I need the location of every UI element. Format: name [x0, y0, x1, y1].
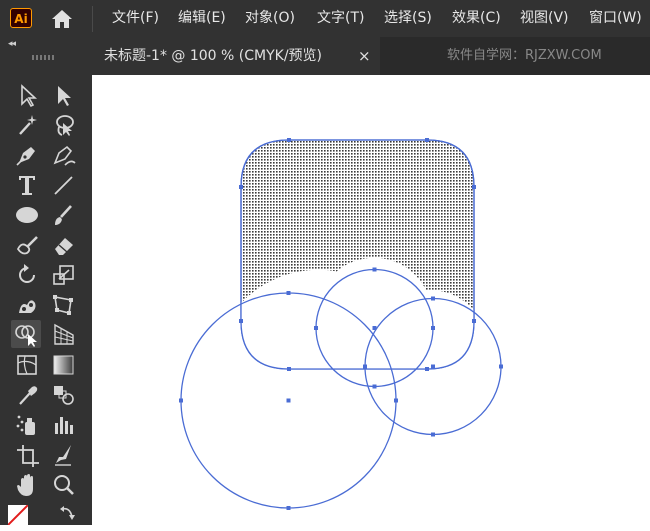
perspective-grid-tool-icon[interactable] — [49, 321, 79, 349]
magic-wand-tool-icon[interactable] — [13, 111, 43, 139]
menu-view[interactable]: 视图(V) — [520, 0, 569, 37]
menu-effect[interactable]: 效果(C) — [452, 0, 501, 37]
zoom-tool-icon[interactable] — [49, 471, 79, 499]
column-graph-tool-icon[interactable] — [49, 411, 79, 439]
swap-fill-stroke-icon[interactable] — [56, 503, 86, 531]
menu-type[interactable]: 文字(T) — [317, 0, 364, 37]
type-tool-icon[interactable] — [13, 171, 43, 199]
slice-tool-icon[interactable] — [49, 441, 79, 469]
document-tab-bar: 未标题-1* @ 100 % (CMYK/预览) × 软件自学网：RJZXW.C… — [92, 37, 650, 75]
lasso-tool-icon[interactable] — [49, 111, 79, 139]
menu-select[interactable]: 选择(S) — [384, 0, 432, 37]
eraser-tool-icon[interactable] — [49, 231, 79, 259]
watermark-text: 软件自学网：RJZXW.COM — [447, 48, 602, 63]
document-tab[interactable]: 未标题-1* @ 100 % (CMYK/预览) × — [92, 37, 380, 75]
document-tab-title: 未标题-1* @ 100 % (CMYK/预览) — [104, 48, 323, 64]
gradient-tool-icon[interactable] — [49, 351, 79, 379]
shape-builder-tool-icon[interactable] — [11, 320, 41, 348]
hand-tool-icon[interactable] — [13, 471, 43, 499]
line-segment-tool-icon[interactable] — [49, 171, 79, 199]
app-logo: Ai — [10, 8, 32, 28]
scale-tool-icon[interactable] — [49, 261, 79, 289]
close-icon[interactable]: × — [358, 37, 371, 75]
menu-window[interactable]: 窗口(W) — [589, 0, 642, 37]
eyedropper-tool-icon[interactable] — [13, 381, 43, 409]
direct-selection-tool-icon[interactable] — [49, 81, 79, 109]
menu-edit[interactable]: 编辑(E) — [178, 0, 226, 37]
artboard-canvas[interactable] — [92, 75, 650, 525]
fill-swatch[interactable] — [8, 505, 28, 525]
ellipse-tool-icon[interactable] — [13, 201, 43, 229]
blend-tool-icon[interactable] — [49, 381, 79, 409]
panel-grip[interactable] — [32, 55, 56, 60]
artwork[interactable] — [92, 75, 650, 525]
selection-tool-icon[interactable] — [13, 81, 43, 109]
free-transform-tool-icon[interactable] — [49, 291, 79, 319]
artboard-tool-icon[interactable] — [13, 441, 43, 469]
pen-tool-icon[interactable] — [13, 141, 43, 169]
menu-separator — [92, 6, 93, 32]
menu-object[interactable]: 对象(O) — [245, 0, 295, 37]
mesh-tool-icon[interactable] — [13, 351, 43, 379]
curvature-tool-icon[interactable] — [49, 141, 79, 169]
shaper-tool-icon[interactable] — [13, 231, 43, 259]
collapse-panel-icon[interactable]: ◂◂ — [8, 39, 16, 49]
home-icon[interactable] — [50, 8, 74, 30]
none-color-icon — [8, 505, 28, 525]
menu-file[interactable]: 文件(F) — [112, 0, 159, 37]
rotate-tool-icon[interactable] — [13, 261, 43, 289]
puppet-warp-tool-icon[interactable] — [13, 291, 43, 319]
menu-bar: Ai 文件(F) 编辑(E) 对象(O) 文字(T) 选择(S) 效果(C) 视… — [0, 0, 650, 37]
tools-panel: ◂◂ — [0, 37, 92, 525]
symbol-sprayer-tool-icon[interactable] — [13, 411, 43, 439]
paintbrush-tool-icon[interactable] — [49, 201, 79, 229]
